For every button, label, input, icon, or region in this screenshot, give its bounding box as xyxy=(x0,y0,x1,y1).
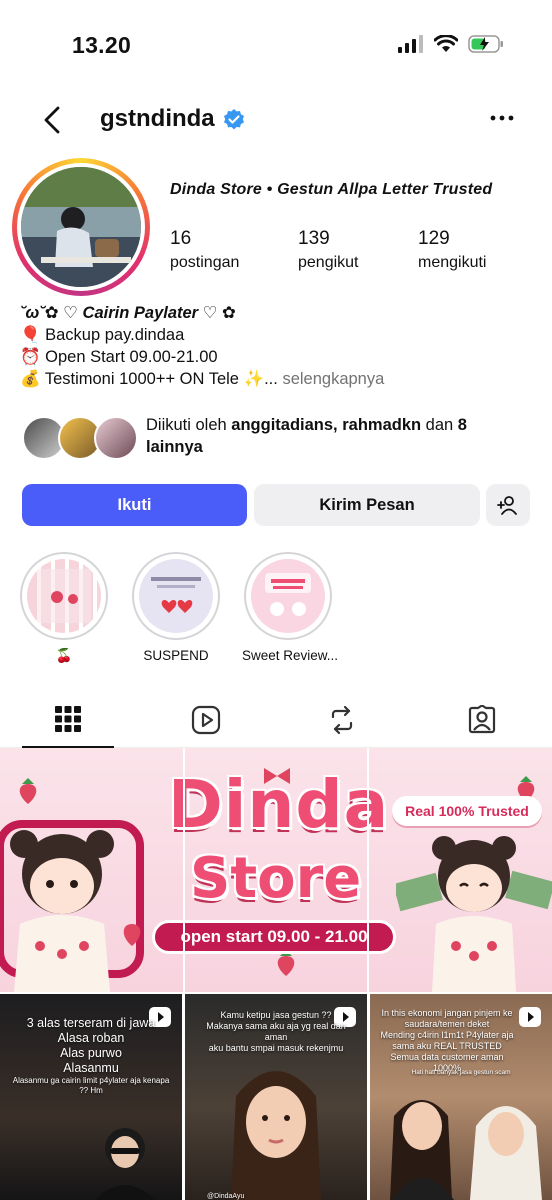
bio-line-text: 💰 Testimoni 1000++ ON Tele ✨... xyxy=(20,370,278,388)
reel-thumbnail xyxy=(95,1128,155,1200)
profile-header: gstndinda xyxy=(0,96,552,146)
reel-icon xyxy=(519,1007,541,1027)
follow-button[interactable]: Ikuti xyxy=(22,484,247,526)
stat-posts-label: postingan xyxy=(170,254,240,271)
highlight-thumbnail xyxy=(139,559,213,633)
pinned-banner-post[interactable]: Dinda Store open start 09.00 - 21.00 Rea… xyxy=(0,748,552,992)
bio-more-link[interactable]: selengkapnya xyxy=(282,370,384,388)
stat-following-label: mengikuti xyxy=(418,254,487,271)
clock: 13.20 xyxy=(72,32,132,58)
reel-subcaption: Alasanmu ga cairin limit p4ylater aja ke… xyxy=(12,1076,170,1095)
reel-caption: In this ekonomi jangan pinjem ke saudara… xyxy=(380,1008,514,1073)
tab-reels[interactable] xyxy=(160,692,252,748)
mutual-avatar xyxy=(94,416,138,460)
bio-line: ⏰ Open Start 09.00-21.00 xyxy=(20,348,218,366)
highlight-suspend[interactable]: SUSPEND xyxy=(130,552,222,663)
status-icons xyxy=(398,34,504,54)
more-options-button[interactable] xyxy=(490,106,514,135)
bio-line: 💰 Testimoni 1000++ ON Tele ✨... selengka… xyxy=(20,368,384,390)
profile-bio: ˘ω˘✿ ♡ Cairin Paylater ♡ ✿ 🎈 Backup pay.… xyxy=(20,302,384,390)
stat-followers-label: pengikut xyxy=(298,254,359,271)
highlight-label: 🍒 xyxy=(55,648,73,663)
highlight-label: Sweet Review... xyxy=(242,648,339,663)
battery-icon xyxy=(468,35,503,53)
message-button[interactable]: Kirim Pesan xyxy=(254,484,480,526)
mutual-middle: dan xyxy=(421,416,458,434)
reel-post[interactable]: In this ekonomi jangan pinjem ke saudara… xyxy=(370,994,552,1200)
highlight-thumbnail xyxy=(251,559,325,633)
reel-thumbnail xyxy=(231,1071,321,1200)
mutual-followers[interactable]: Diikuti oleh anggitadians, rahmadkn dan … xyxy=(22,410,542,466)
profile-username: gstndinda xyxy=(100,105,215,132)
verified-badge-icon xyxy=(224,109,244,130)
add-person-icon xyxy=(497,496,517,515)
posts-grid: Dinda Store open start 09.00 - 21.00 Rea… xyxy=(0,748,552,1200)
profile-tabs xyxy=(0,692,552,748)
tagged-person-icon xyxy=(468,705,496,734)
highlight-thumbnail xyxy=(27,559,101,633)
reel-handle: @DindaAyu xyxy=(207,1193,245,1200)
ellipsis-icon xyxy=(490,115,514,121)
back-button[interactable] xyxy=(36,102,68,138)
avatar xyxy=(21,167,141,287)
reels-icon xyxy=(191,705,221,735)
reel-caption: Kamu ketipu jasa gestun ?? Makanya sama … xyxy=(206,1010,346,1053)
profile-display-name: Dinda Store • Gestun Allpa Letter Truste… xyxy=(170,181,493,198)
strawberry-decor-icon xyxy=(19,778,37,804)
reel-caption: 3 alas terseram di jawa Alasa roban Alas… xyxy=(26,1016,156,1075)
banner-trusted-badge: Real 100% Trusted xyxy=(392,796,542,826)
status-bar: 13.20 xyxy=(0,0,552,90)
stat-following-count: 129 xyxy=(418,228,450,249)
bio-line: ˘ω˘✿ ♡ Cairin Paylater ♡ ✿ xyxy=(20,304,236,322)
tab-posts[interactable] xyxy=(22,692,114,748)
chibi-girl-illustration xyxy=(0,820,144,992)
banner-subtitle: Store xyxy=(190,846,362,911)
mutual-prefix: Diikuti oleh xyxy=(146,416,232,434)
repost-icon xyxy=(331,705,353,735)
tab-reposts[interactable] xyxy=(296,692,388,748)
stat-posts-count: 16 xyxy=(170,228,192,249)
banner-hours: open start 09.00 - 21.00 xyxy=(152,920,396,954)
stat-followers-count: 139 xyxy=(298,228,330,249)
stat-posts[interactable]: 16 postingan xyxy=(170,228,239,272)
stat-followers[interactable]: 139 pengikut xyxy=(298,228,359,272)
tab-tagged[interactable] xyxy=(436,692,528,748)
suggest-users-button[interactable] xyxy=(486,484,530,526)
grid-icon xyxy=(55,706,81,732)
stat-following[interactable]: 129 mengikuti xyxy=(418,228,486,272)
highlight-sweet-review[interactable]: Sweet Review... xyxy=(242,552,339,663)
banner-title: Dinda xyxy=(168,766,390,843)
highlight-label: SUSPEND xyxy=(143,648,209,663)
signal-icon xyxy=(398,35,423,53)
chevron-left-icon xyxy=(44,106,60,134)
reel-post[interactable]: 3 alas terseram di jawa Alasa roban Alas… xyxy=(0,994,182,1200)
chibi-girl-money-illustration xyxy=(396,836,552,992)
story-ring[interactable] xyxy=(12,158,150,296)
highlight-cherry[interactable]: 🍒 xyxy=(18,552,110,664)
reel-thumbnail xyxy=(390,1100,542,1200)
bio-line: 🎈 Backup pay.dindaa xyxy=(20,326,185,344)
reel-subcaption: Hati hati banyak jasa gestun scam xyxy=(411,1069,511,1076)
wifi-icon xyxy=(434,35,458,52)
mutual-names: anggitadians, rahmadkn xyxy=(231,416,422,434)
reel-post[interactable]: Kamu ketipu jasa gestun ?? Makanya sama … xyxy=(185,994,367,1200)
mutual-followers-text: Diikuti oleh anggitadians, rahmadkn dan … xyxy=(146,414,506,458)
